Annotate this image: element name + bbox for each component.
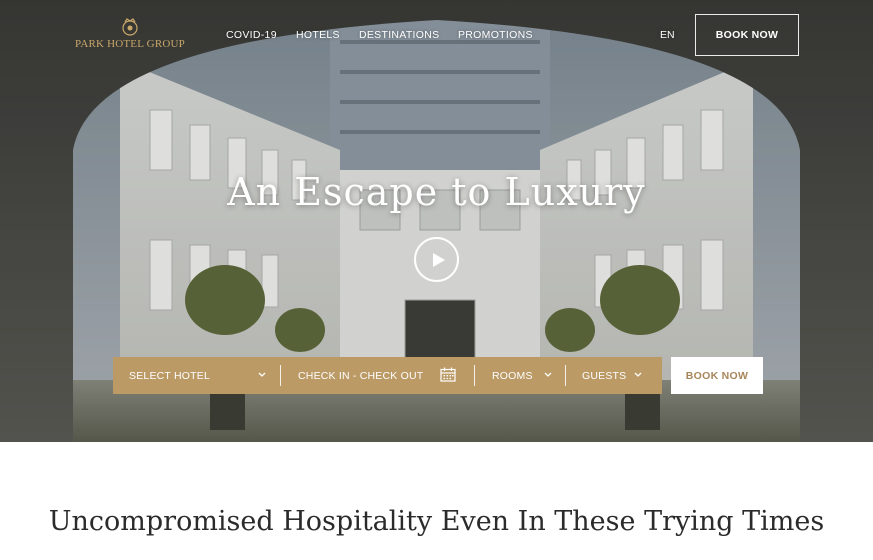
hero-banner: PARK HOTEL GROUP COVID-19 HOTELS DESTINA… (0, 0, 873, 442)
guests-label: GUESTS (582, 369, 627, 382)
play-icon (433, 253, 445, 267)
brand-logo[interactable]: PARK HOTEL GROUP (72, 17, 188, 55)
select-hotel-dropdown[interactable]: SELECT HOTEL (113, 357, 280, 394)
book-now-header-button[interactable]: BOOK NOW (695, 14, 799, 56)
guests-dropdown[interactable]: GUESTS (566, 357, 661, 394)
calendar-icon (440, 367, 456, 382)
nav-covid[interactable]: COVID-19 (226, 29, 277, 41)
rooms-dropdown[interactable]: ROOMS (475, 357, 565, 394)
nav-destinations[interactable]: DESTINATIONS (359, 29, 439, 41)
chevron-down-icon (634, 372, 642, 377)
section-title: Uncompromised Hospitality Even In These … (48, 506, 825, 537)
chevron-down-icon (258, 372, 266, 377)
language-selector[interactable]: EN (660, 29, 675, 41)
booking-form: SELECT HOTEL CHECK IN - CHECK OUT ROOMS … (113, 357, 662, 394)
select-hotel-label: SELECT HOTEL (129, 369, 210, 382)
nav-promotions[interactable]: PROMOTIONS (458, 29, 533, 41)
play-video-button[interactable] (414, 237, 459, 282)
rooms-label: ROOMS (492, 369, 533, 382)
logo-text: PARK HOTEL GROUP (75, 38, 185, 50)
crest-icon (122, 18, 138, 36)
chevron-down-icon (544, 372, 552, 377)
hero-title: An Escape to Luxury (227, 170, 646, 214)
date-range-label: CHECK IN - CHECK OUT (298, 369, 424, 382)
book-now-button[interactable]: BOOK NOW (671, 357, 763, 394)
nav-hotels[interactable]: HOTELS (296, 29, 340, 41)
date-range-picker[interactable]: CHECK IN - CHECK OUT (281, 357, 474, 394)
